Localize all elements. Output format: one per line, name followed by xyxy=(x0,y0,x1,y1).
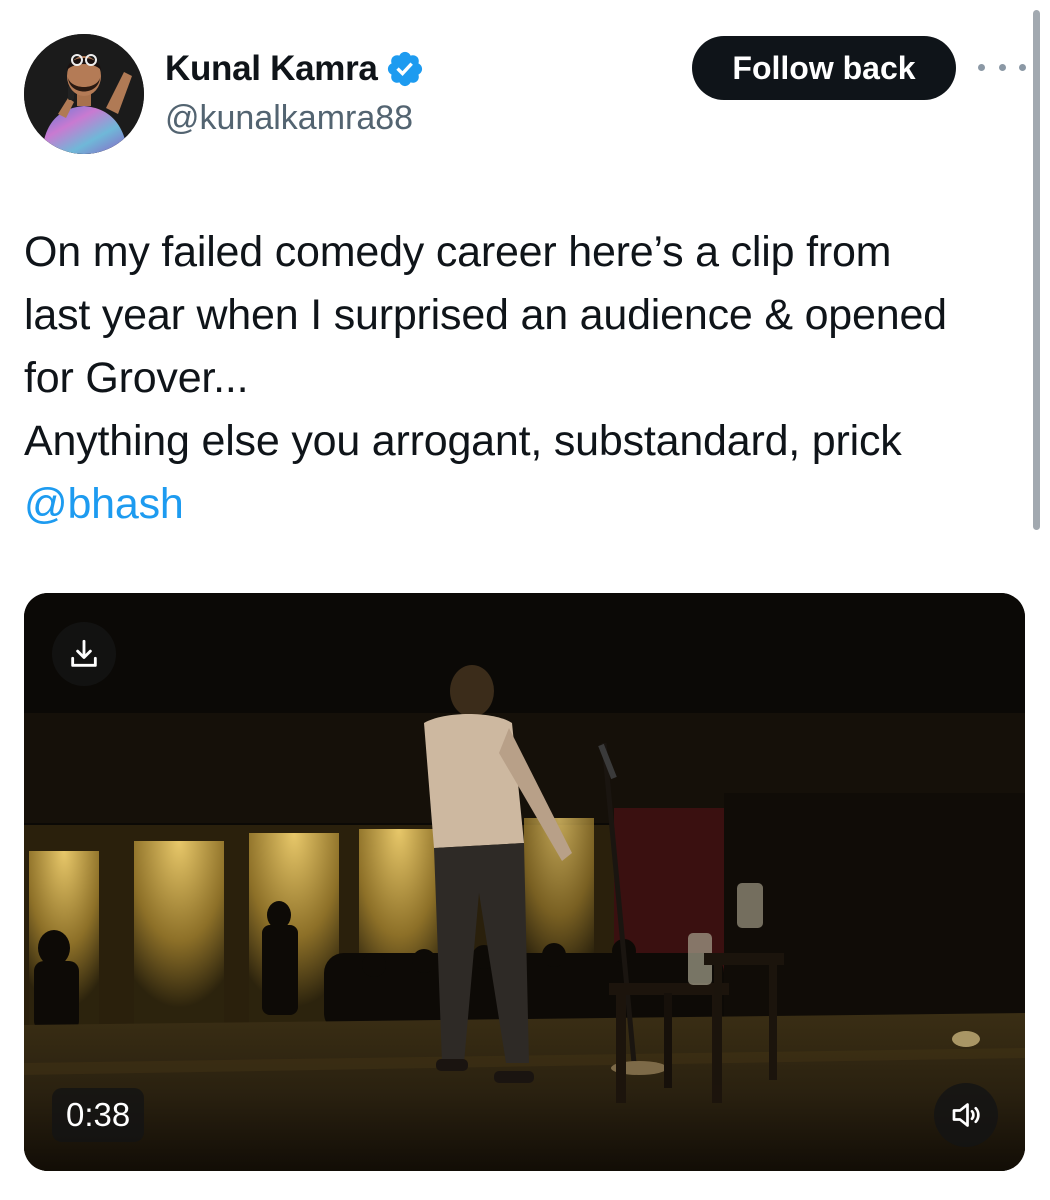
tweet-text-line: last year when I surprised an audience &… xyxy=(24,291,947,339)
author-display-name[interactable]: Kunal Kamra xyxy=(165,47,425,91)
video-player[interactable]: 0:38 xyxy=(24,593,1025,1171)
mute-button[interactable] xyxy=(934,1083,998,1147)
follow-back-button[interactable]: Follow back xyxy=(692,36,956,100)
video-duration: 0:38 xyxy=(52,1088,145,1142)
tweet-text-line: On my failed comedy career here’s a clip… xyxy=(24,228,892,276)
tweet-text-line: Anything else you arrogant, substandard,… xyxy=(24,417,902,465)
avatar-photo xyxy=(24,34,144,154)
verified-badge-icon xyxy=(385,49,425,89)
more-dot xyxy=(1019,63,1026,71)
more-dot xyxy=(998,63,1006,71)
more-dot xyxy=(978,63,985,71)
video-frame xyxy=(24,593,1025,1171)
tweet-text-line: for Grover... xyxy=(24,354,249,402)
scrollbar[interactable] xyxy=(1033,10,1040,530)
author-handle[interactable]: @kunalkamra88 xyxy=(165,96,413,140)
author-avatar[interactable] xyxy=(24,34,144,154)
download-icon xyxy=(71,639,97,667)
display-name-text: Kunal Kamra xyxy=(165,49,378,88)
mention-link[interactable]: @bhash xyxy=(24,473,1024,536)
tweet-text: On my failed comedy career here’s a clip… xyxy=(24,221,1024,536)
download-button[interactable] xyxy=(52,622,116,686)
speaker-muted-icon xyxy=(952,1103,980,1127)
more-horizontal-icon[interactable] xyxy=(978,52,1026,82)
